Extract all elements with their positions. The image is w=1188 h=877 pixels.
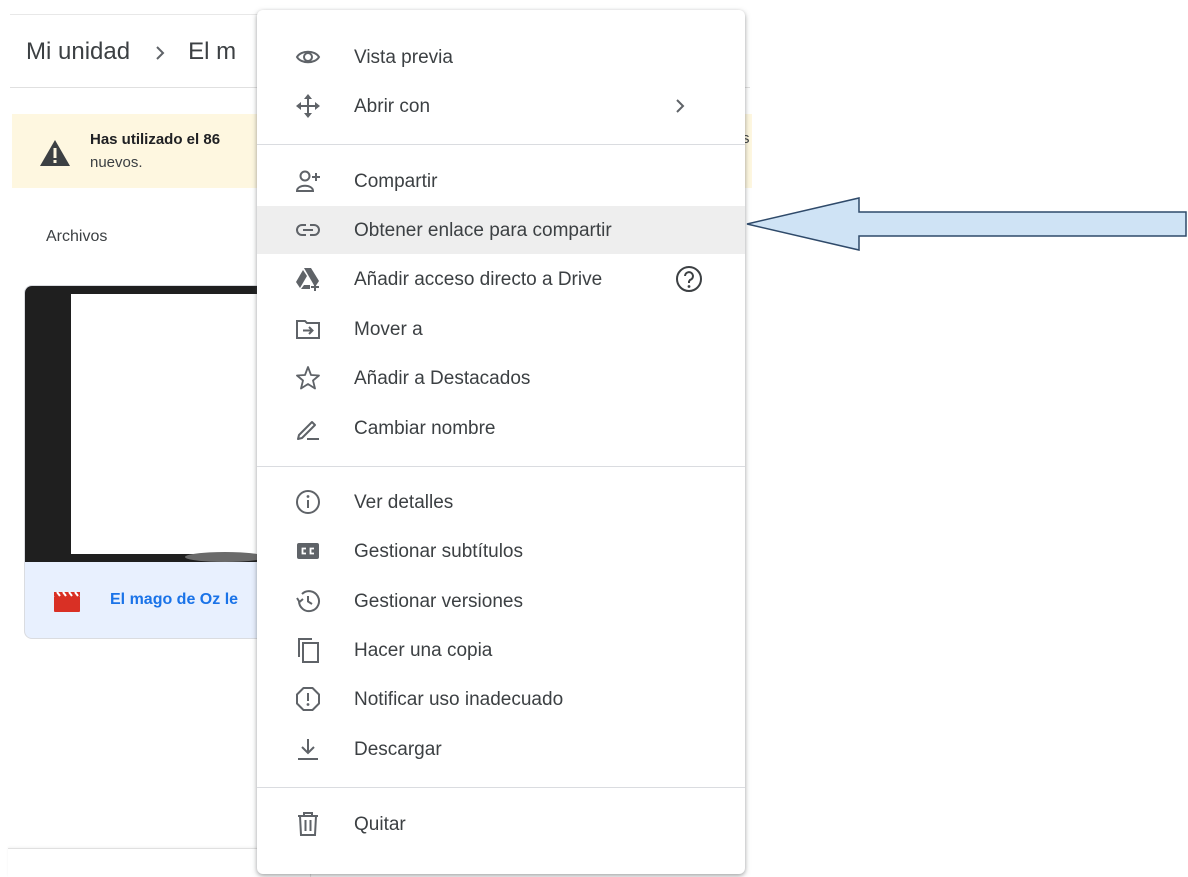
menu-label: Cambiar nombre xyxy=(354,418,496,439)
drive-shortcut-icon xyxy=(295,266,321,292)
menu-item-remove[interactable]: Quitar xyxy=(257,800,745,848)
menu-item-download[interactable]: Descargar xyxy=(257,725,745,773)
history-icon xyxy=(295,588,321,614)
menu-item-report[interactable]: Notificar uso inadecuado xyxy=(257,675,745,723)
menu-item-preview[interactable]: Vista previa xyxy=(257,33,745,81)
breadcrumb: Mi unidad El m xyxy=(26,34,236,70)
section-title: Archivos xyxy=(46,228,108,245)
menu-divider xyxy=(257,144,745,145)
header-divider-top xyxy=(10,14,260,15)
star-icon xyxy=(295,365,321,391)
menu-label: Gestionar versiones xyxy=(354,591,523,612)
breadcrumb-root[interactable]: Mi unidad xyxy=(26,38,130,66)
thumbnail-shadow xyxy=(185,552,265,562)
download-icon xyxy=(295,736,321,762)
menu-item-add-starred[interactable]: Añadir a Destacados xyxy=(257,354,745,402)
annotation-arrow-icon xyxy=(745,196,1188,252)
menu-divider xyxy=(257,787,745,788)
menu-divider xyxy=(257,466,745,467)
menu-item-copy[interactable]: Hacer una copia xyxy=(257,626,745,674)
help-icon[interactable] xyxy=(675,265,703,293)
menu-label: Notificar uso inadecuado xyxy=(354,689,564,710)
menu-item-move-to[interactable]: Mover a xyxy=(257,305,745,353)
menu-item-versions[interactable]: Gestionar versiones xyxy=(257,577,745,625)
copy-icon xyxy=(295,637,321,663)
menu-label: Descargar xyxy=(354,739,442,760)
menu-label: Hacer una copia xyxy=(354,640,493,661)
menu-label: Añadir a Destacados xyxy=(354,368,531,389)
video-file-icon xyxy=(53,591,81,613)
banner-message-body: nuevos. xyxy=(90,154,143,171)
menu-item-rename[interactable]: Cambiar nombre xyxy=(257,404,745,452)
eye-icon xyxy=(295,44,321,70)
menu-label: Mover a xyxy=(354,319,423,340)
chevron-right-icon xyxy=(150,42,170,62)
menu-label: Abrir con xyxy=(354,96,431,117)
menu-label: Obtener enlace para compartir xyxy=(354,220,612,241)
folder-move-icon xyxy=(295,316,321,342)
warning-icon xyxy=(39,139,71,167)
person-add-icon xyxy=(295,168,321,194)
menu-item-open-with[interactable]: Abrir con xyxy=(257,82,745,130)
menu-label: Añadir acceso directo a Drive xyxy=(354,269,603,290)
chevron-right-icon xyxy=(671,96,689,116)
pencil-icon xyxy=(295,415,321,441)
thumbnail-paper xyxy=(71,294,261,554)
menu-label: Gestionar subtítulos xyxy=(354,541,523,562)
file-name[interactable]: El mago de Oz le xyxy=(110,591,238,609)
context-menu: Vista previa Abrir con Compartir Obtener… xyxy=(257,10,745,874)
report-icon xyxy=(295,686,321,712)
menu-label: Ver detalles xyxy=(354,492,454,513)
link-icon xyxy=(295,217,321,243)
menu-label: Compartir xyxy=(354,171,438,192)
menu-label: Quitar xyxy=(354,814,406,835)
closed-caption-icon xyxy=(295,538,321,564)
menu-label: Vista previa xyxy=(354,47,453,68)
move-arrows-icon xyxy=(295,93,321,119)
menu-item-add-shortcut[interactable]: Añadir acceso directo a Drive xyxy=(257,255,745,303)
trash-icon xyxy=(295,811,321,837)
breadcrumb-current[interactable]: El m xyxy=(188,38,236,66)
menu-item-details[interactable]: Ver detalles xyxy=(257,478,745,526)
menu-item-get-link[interactable]: Obtener enlace para compartir xyxy=(257,206,745,254)
info-icon xyxy=(295,489,321,515)
menu-item-share[interactable]: Compartir xyxy=(257,157,745,205)
banner-message-title: Has utilizado el 86 xyxy=(90,131,221,148)
menu-item-subtitles[interactable]: Gestionar subtítulos xyxy=(257,527,745,575)
